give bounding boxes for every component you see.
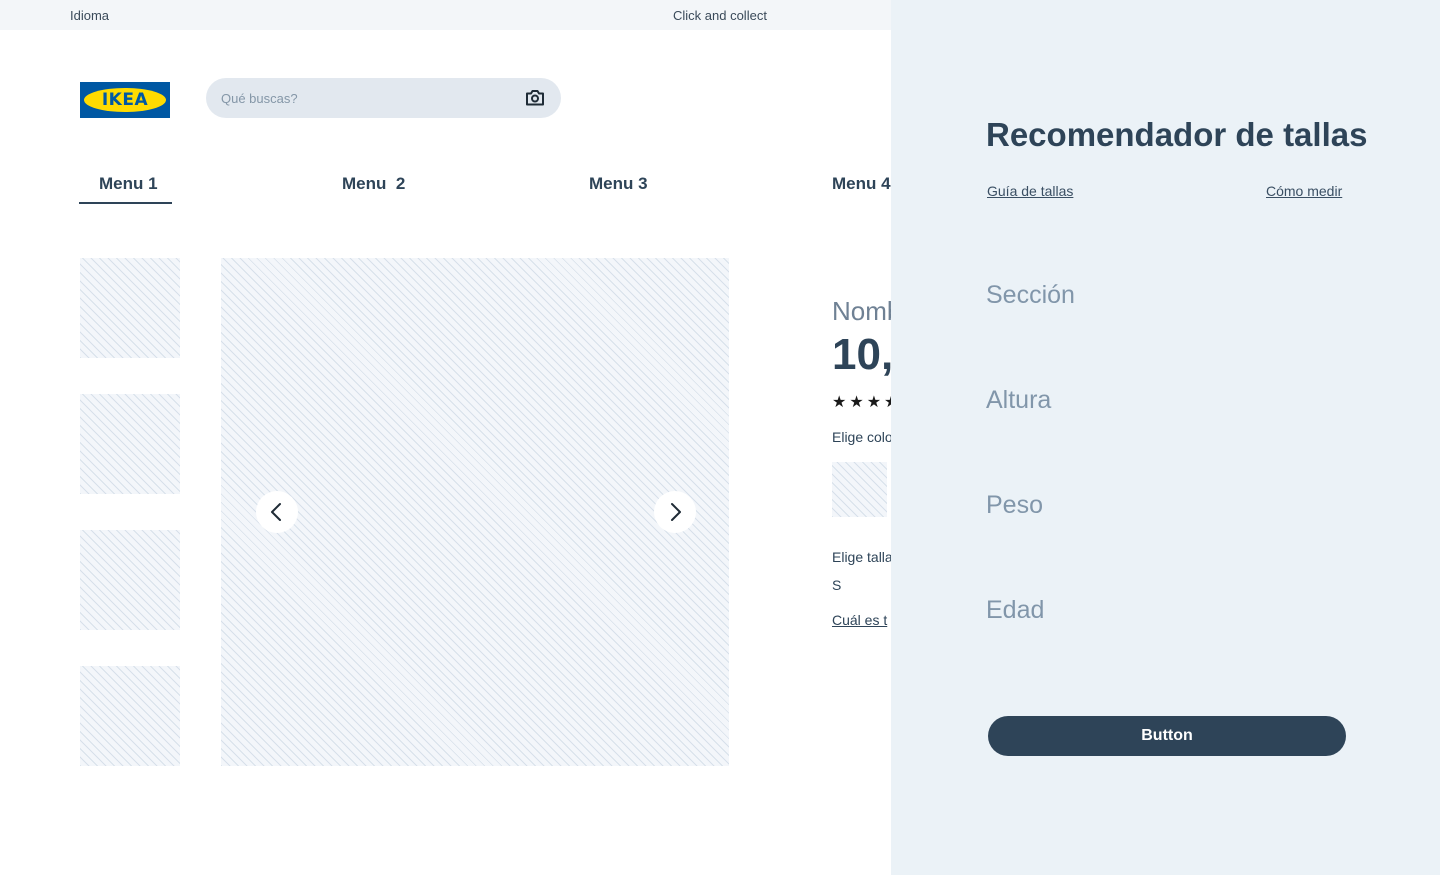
click-and-collect-link[interactable]: Click and collect [673,8,767,23]
product-thumbnail-3[interactable] [80,530,180,630]
menu-item-4[interactable]: Menu 4 [832,174,891,194]
chevron-right-icon [671,503,681,521]
logo-text: IKEA [101,90,149,110]
language-link[interactable]: Idioma [70,8,109,23]
color-choice-label: Elige colo [832,429,893,445]
ikea-logo[interactable]: IKEA [80,82,170,118]
size-choice-label: Elige talla [832,549,893,565]
which-size-link[interactable]: Cuál es t [832,612,887,628]
product-price: 10, [832,330,894,379]
logo-oval: IKEA [84,88,166,112]
search-bar [206,78,561,118]
size-recommender-panel: Recomendador de tallas Guía de tallas Có… [891,0,1440,875]
weight-field[interactable]: Peso [986,491,1043,520]
age-field[interactable]: Edad [986,596,1044,625]
camera-icon[interactable] [524,87,546,109]
height-field[interactable]: Altura [986,386,1051,415]
menu-item-2[interactable]: Menu 2 [342,174,405,194]
chevron-left-icon [271,503,281,521]
top-utility-bar: Idioma Click and collect [0,0,891,30]
section-field[interactable]: Sección [986,281,1075,310]
product-thumbnail-4[interactable] [80,666,180,766]
how-to-measure-link[interactable]: Cómo medir [1266,183,1342,199]
color-swatch[interactable] [832,462,887,517]
product-thumbnail-2[interactable] [80,394,180,494]
active-menu-underline [79,202,172,204]
product-thumbnail-1[interactable] [80,258,180,358]
size-guide-link[interactable]: Guía de tallas [987,183,1073,199]
menu-item-3[interactable]: Menu 3 [589,174,648,194]
menu-item-1[interactable]: Menu 1 [99,174,158,194]
panel-title: Recomendador de tallas [986,116,1368,153]
size-option-s[interactable]: S [832,577,841,593]
search-input[interactable] [221,78,511,118]
gallery-prev-button[interactable] [256,491,298,533]
gallery-next-button[interactable] [654,491,696,533]
submit-button[interactable]: Button [988,716,1346,756]
